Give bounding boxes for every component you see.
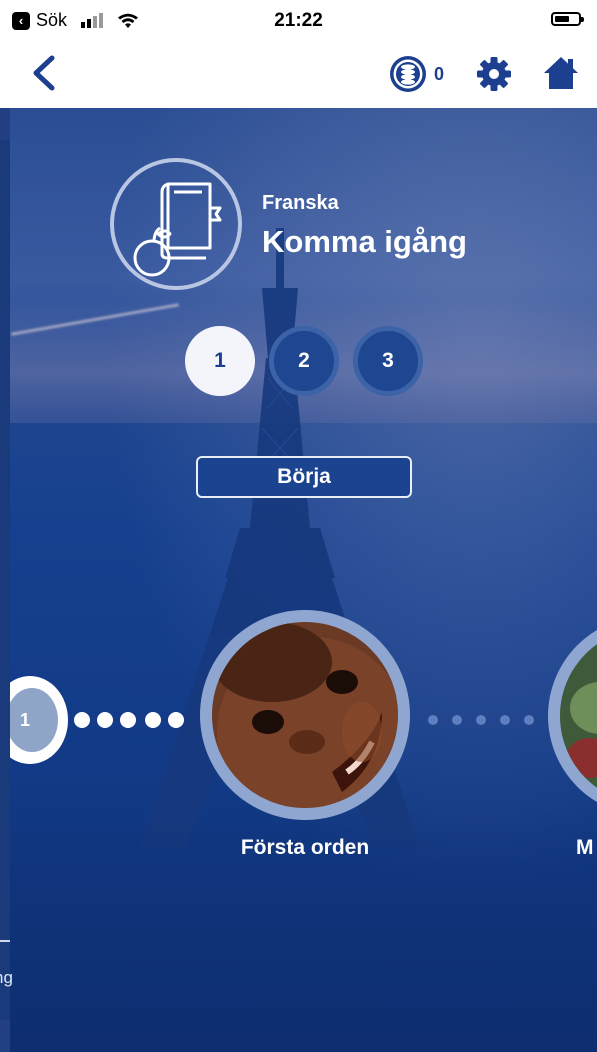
progress-dot <box>476 715 486 725</box>
status-bar: ‹ Sök 21:22 <box>0 0 597 40</box>
path-start-number: 1 <box>6 688 58 752</box>
coin-counter[interactable]: 0 <box>388 54 444 94</box>
course-title: Komma igång <box>262 224 467 259</box>
coin-count: 0 <box>434 63 445 84</box>
lesson-label: M <box>576 836 594 859</box>
start-button[interactable]: Börja <box>196 456 412 498</box>
home-icon[interactable] <box>542 54 580 92</box>
lesson-first-words[interactable] <box>200 610 410 820</box>
gear-icon[interactable] <box>476 56 512 92</box>
clock: 21:22 <box>274 10 323 31</box>
course-icon <box>110 158 242 290</box>
battery-icon <box>551 12 584 26</box>
previous-screen-text: ng <box>0 968 13 987</box>
progress-dot <box>428 715 438 725</box>
previous-screen-edge <box>0 0 10 1052</box>
back-arrow-icon[interactable] <box>26 50 66 96</box>
progress-dot <box>500 715 510 725</box>
app-screen: ng ‹ Sök 21:22 <box>0 0 597 1052</box>
progress-dot <box>74 712 90 728</box>
progress-dot <box>120 712 136 728</box>
progress-dot <box>97 712 113 728</box>
lesson-label: Första orden <box>240 836 370 859</box>
coins-icon <box>390 56 426 92</box>
level-1-button[interactable]: 1 <box>185 326 255 396</box>
previous-screen-divider <box>0 940 10 942</box>
progress-dot <box>452 715 462 725</box>
progress-dot <box>145 712 161 728</box>
book-apple-icon <box>133 182 222 277</box>
course-subject: Franska <box>262 192 339 214</box>
progress-dot <box>168 712 184 728</box>
nav-bar: 0 <box>0 40 597 108</box>
progress-dot <box>524 715 534 725</box>
level-3-button[interactable]: 3 <box>353 326 423 396</box>
level-selector: 1 2 3 <box>185 326 423 396</box>
lesson-photo-child <box>212 622 398 808</box>
level-2-button[interactable]: 2 <box>269 326 339 396</box>
